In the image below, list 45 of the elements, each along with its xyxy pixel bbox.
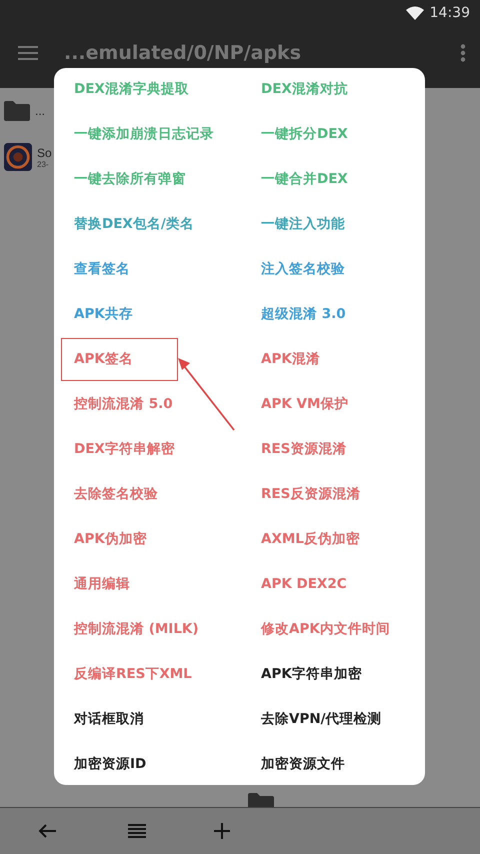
menu-item[interactable]: 一键注入功能 — [261, 202, 425, 246]
menu-item[interactable]: APK DEX2C — [261, 562, 425, 606]
menu-item[interactable]: 替换DEX包名/类名 — [74, 202, 261, 246]
back-arrow-icon[interactable] — [38, 824, 56, 838]
menu-item[interactable]: 一键合并DEX — [261, 156, 425, 202]
menu-item[interactable]: APK伪加密 — [74, 516, 261, 562]
menu-item[interactable]: AXML反伪加密 — [261, 516, 425, 562]
menu-item[interactable]: DEX混淆对抗 — [261, 66, 425, 112]
menu-item[interactable]: APK共存 — [74, 292, 261, 336]
menu-icon[interactable] — [18, 46, 38, 60]
file-date: 23- — [37, 160, 50, 168]
menu-item[interactable]: 加密资源文件 — [261, 742, 425, 786]
menu-item[interactable]: RES资源混淆 — [261, 426, 425, 472]
menu-item[interactable]: 超级混淆 3.0 — [261, 292, 425, 336]
menu-item[interactable]: 去除VPN/代理检测 — [261, 696, 425, 742]
menu-item[interactable]: 通用编辑 — [74, 562, 261, 606]
menu-item[interactable]: 一键去除所有弹窗 — [74, 156, 261, 202]
list-icon[interactable] — [128, 824, 146, 838]
file-name: ... — [35, 104, 46, 118]
menu-item[interactable]: APK VM保护 — [261, 382, 425, 426]
clock: 14:39 — [430, 5, 470, 21]
menu-item[interactable]: 去除签名校验 — [74, 472, 261, 516]
menu-item[interactable]: 反编译RES下XML — [74, 652, 261, 696]
menu-item[interactable]: APK字符串加密 — [261, 652, 425, 696]
menu-item[interactable]: DEX字符串解密 — [74, 426, 261, 472]
add-icon[interactable] — [214, 823, 230, 839]
file-name: So — [37, 146, 52, 160]
menu-item[interactable]: 修改APK内文件时间 — [261, 606, 425, 652]
menu-item[interactable]: APK签名 — [62, 338, 177, 380]
menu-item[interactable]: DEX混淆字典提取 — [74, 66, 261, 112]
menu-item[interactable]: 查看签名 — [74, 246, 261, 292]
menu-item[interactable]: 一键添加崩溃日志记录 — [74, 112, 261, 156]
app-icon — [4, 143, 32, 171]
menu-item[interactable]: 控制流混淆 (MILK) — [74, 606, 261, 652]
menu-item[interactable]: 加密资源ID — [74, 742, 261, 786]
path-title: ...emulated/0/NP/apks — [64, 42, 302, 64]
menu-item[interactable]: 控制流混淆 5.0 — [74, 382, 261, 426]
menu-item[interactable]: APK混淆 — [261, 336, 425, 382]
menu-item[interactable]: 一键拆分DEX — [261, 112, 425, 156]
menu-item[interactable]: RES反资源混淆 — [261, 472, 425, 516]
wifi-icon — [406, 6, 424, 20]
menu-item[interactable]: 注入签名校验 — [261, 246, 425, 292]
more-icon[interactable] — [460, 44, 466, 62]
folder-icon — [4, 101, 30, 121]
menu-item[interactable]: 对话框取消 — [74, 696, 261, 742]
